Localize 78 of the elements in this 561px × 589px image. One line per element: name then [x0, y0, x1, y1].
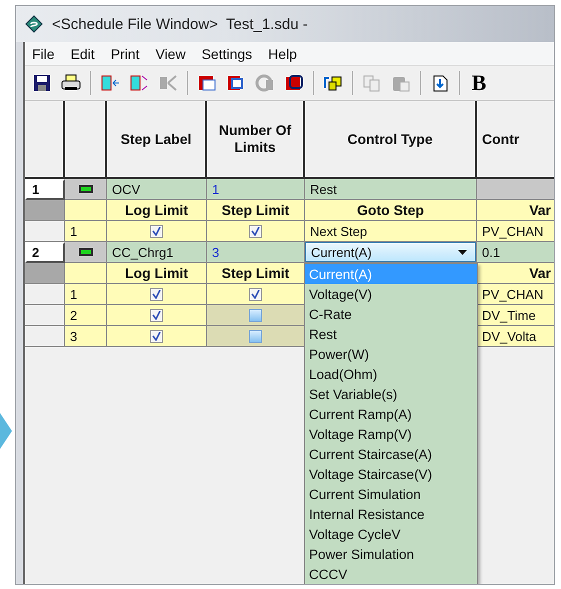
- table-cell: Next Step: [305, 221, 477, 242]
- app-logo-icon: [24, 14, 44, 34]
- column-header: Step Label: [107, 101, 207, 179]
- printer-icon: [61, 74, 81, 92]
- menu-item[interactable]: View: [148, 46, 195, 62]
- limit-header: Step Limit: [207, 200, 305, 221]
- dropdown-option[interactable]: Set Variable(s): [305, 384, 477, 404]
- dropdown-option[interactable]: Voltage Staircase(V): [305, 464, 477, 484]
- dropdown-option[interactable]: C-Rate: [305, 304, 477, 324]
- table-cell: 3: [207, 242, 305, 263]
- dropdown-option[interactable]: Current Ramp(A): [305, 404, 477, 424]
- row-number[interactable]: 1: [25, 179, 65, 200]
- table-cell: CC_Chrg1: [107, 242, 207, 263]
- limit-header: Log Limit: [107, 200, 207, 221]
- step-icon: [226, 74, 246, 92]
- table-cell: DV_Time: [477, 305, 554, 326]
- insert-row-icon: [100, 74, 120, 92]
- limit-header: Step Limit: [207, 263, 305, 284]
- column-header: Control Type: [305, 101, 477, 179]
- dropdown-option[interactable]: Power Simulation: [305, 544, 477, 564]
- control-type-dropdown[interactable]: Current(A): [305, 242, 476, 262]
- row-header: [25, 200, 65, 221]
- swap-icon: [323, 74, 343, 92]
- menu-item[interactable]: Help: [261, 46, 306, 62]
- checkbox[interactable]: [249, 330, 262, 342]
- dropdown-option[interactable]: Power(W): [305, 344, 477, 364]
- table-cell: OCV: [107, 179, 207, 200]
- table-cell: 1: [65, 284, 107, 305]
- table-cell: PV_CHAN: [477, 221, 554, 242]
- checkbox[interactable]: [249, 224, 262, 238]
- dropdown-option[interactable]: Voltage CycleV: [305, 524, 477, 544]
- dropdown-option[interactable]: Rest: [305, 324, 477, 344]
- limit-header: Goto Step: [305, 200, 477, 221]
- table-cell: PV_CHAN: [477, 284, 554, 305]
- dropdown-option[interactable]: Load(Ohm): [305, 364, 477, 384]
- paste-icon: [391, 74, 411, 92]
- table-cell: 1: [65, 221, 107, 242]
- dropdown-option[interactable]: CCCV: [305, 564, 477, 584]
- window-title: <Schedule File Window> Test_1.sdu -: [52, 16, 308, 32]
- menu-item[interactable]: Print: [104, 46, 148, 62]
- limit-header: Var: [477, 263, 554, 284]
- menu-item[interactable]: Edit: [64, 46, 104, 62]
- dropdown-option[interactable]: Voltage(V): [305, 284, 477, 304]
- collapse-icon[interactable]: [78, 185, 92, 193]
- table-cell: 3: [65, 326, 107, 347]
- step-icon: [197, 74, 217, 92]
- row-header: [25, 263, 65, 284]
- bold-button[interactable]: B: [466, 70, 492, 96]
- column-header: Number Of Limits: [207, 101, 305, 179]
- step-icon: [255, 74, 275, 92]
- checkbox[interactable]: [150, 308, 163, 322]
- checkbox[interactable]: [249, 308, 262, 322]
- caret-icon: [458, 250, 467, 254]
- table-cell: 2: [65, 305, 107, 326]
- insert-row-icon: [129, 74, 149, 92]
- limit-header: Log Limit: [107, 263, 207, 284]
- save-icon: [33, 74, 51, 92]
- row-number[interactable]: 2: [25, 242, 65, 263]
- checkbox[interactable]: [150, 288, 163, 300]
- delete-row-icon: [158, 74, 178, 92]
- checkbox[interactable]: [150, 224, 163, 238]
- dropdown-option[interactable]: Current Staircase(A): [305, 444, 477, 464]
- table-cell: 1: [207, 179, 305, 200]
- menu-item[interactable]: Settings: [194, 46, 262, 62]
- dropdown-option[interactable]: Internal Resistance: [305, 504, 477, 524]
- dropdown-option[interactable]: Voltage Ramp(V): [305, 424, 477, 444]
- checkbox[interactable]: [249, 288, 262, 300]
- table-cell: 0.1: [477, 242, 554, 263]
- checkbox[interactable]: [150, 330, 163, 342]
- dropdown-option[interactable]: Current Simulation: [305, 484, 477, 504]
- copy-icon: [362, 74, 382, 92]
- limit-header: Var: [477, 200, 554, 221]
- pointer-arrow-icon: [0, 413, 12, 449]
- table-cell: DV_Volta: [477, 326, 554, 347]
- step-icon: [284, 74, 304, 92]
- menu-item[interactable]: File: [25, 46, 64, 62]
- table-cell: Rest: [305, 179, 477, 200]
- collapse-icon[interactable]: [78, 248, 92, 256]
